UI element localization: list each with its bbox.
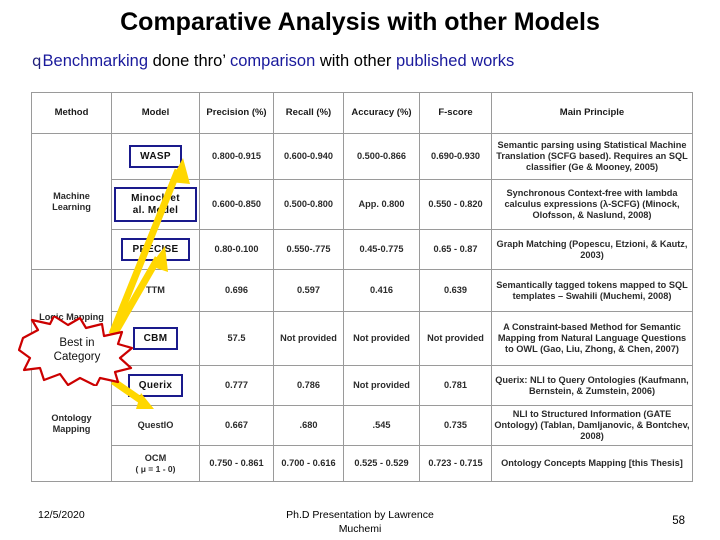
cell-recall: 0.786 — [273, 365, 344, 406]
cell-accuracy: Not provided — [343, 311, 420, 366]
col-header-accuracy: Accuracy (%) — [343, 92, 420, 134]
table-row: Minock et al. Model 0.600-0.850 0.500-0.… — [32, 179, 693, 230]
cell-accuracy: Not provided — [343, 365, 420, 406]
cell-principle: Graph Matching (Popescu, Etzioni, & Kaut… — [491, 229, 693, 270]
subtitle-part5: published works — [395, 52, 515, 70]
footer-center-line1: Ph.D Presentation by Lawrence — [286, 509, 434, 521]
cell-fscore: Not provided — [419, 311, 492, 366]
col-header-method: Method — [31, 92, 112, 134]
cell-model: PRECISE — [111, 229, 200, 270]
table-row: OCM ( μ = 1 - 0) 0.750 - 0.861 0.700 - 0… — [32, 445, 693, 482]
cell-principle: Querix: NLI to Query Ontologies (Kaufman… — [491, 365, 693, 406]
cell-recall: 0.550-.775 — [273, 229, 344, 270]
col-header-fscore: F-score — [419, 92, 492, 134]
cell-precision: 0.696 — [199, 269, 274, 312]
model-box: CBM — [132, 326, 179, 351]
table-row: Machine Learning WASP 0.800-0.915 0.600-… — [31, 133, 693, 270]
cell-accuracy: 0.45-0.775 — [343, 229, 420, 270]
model-name: OCM — [144, 452, 167, 463]
callout-line1: Best in — [59, 337, 95, 349]
footer-center-line2: Muchemi — [338, 522, 382, 535]
subtitle-part1: Benchmarking — [42, 52, 149, 70]
cell-principle: Semantically tagged tokens mapped to SQL… — [491, 269, 693, 312]
cell-fscore: 0.781 — [419, 365, 492, 406]
col-header-precision: Precision (%) — [199, 92, 274, 134]
cell-model: WASP — [111, 133, 200, 180]
cell-model: OCM ( μ = 1 - 0) — [111, 445, 200, 482]
subtitle-line: qBenchmarking done thro’ comparison with… — [32, 52, 704, 71]
table-header-row: Method Model Precision (%) Recall (%) Ac… — [31, 92, 693, 134]
footer-page-number: 58 — [672, 515, 685, 527]
cell-model: TTM — [111, 269, 200, 312]
cell-principle: Ontology Concepts Mapping [this Thesis] — [491, 445, 693, 482]
model-box: Minock et al. Model — [114, 186, 197, 223]
cell-precision: 0.777 — [199, 365, 274, 406]
cell-fscore: 0.735 — [419, 405, 492, 446]
cell-precision: 57.5 — [199, 311, 274, 366]
callout-line2: Category — [53, 351, 101, 364]
cell-principle: NLI to Structured Information (GATE Onto… — [491, 405, 693, 446]
cell-accuracy: .545 — [343, 405, 420, 446]
cell-model: QuestIO — [111, 405, 200, 446]
subtitle-part4: with other — [315, 52, 396, 70]
cell-fscore: 0.65 - 0.87 — [419, 229, 492, 270]
cell-fscore: 0.723 - 0.715 — [419, 445, 492, 482]
bullet-icon: q — [32, 52, 42, 70]
model-box: WASP — [129, 144, 182, 169]
model-subnote: ( μ = 1 - 0) — [135, 464, 176, 475]
cell-precision: 0.750 - 0.861 — [199, 445, 274, 482]
table-row: QuestIO 0.667 .680 .545 0.735 NLI to Str… — [32, 405, 693, 446]
group-label-machine-learning: Machine Learning — [31, 133, 112, 270]
cell-principle: Synchronous Context-free with lambda cal… — [491, 179, 693, 230]
cell-recall: 0.700 - 0.616 — [273, 445, 344, 482]
model-box: PRECISE — [121, 237, 190, 262]
cell-accuracy: 0.416 — [343, 269, 420, 312]
cell-precision: 0.667 — [199, 405, 274, 446]
best-in-category-callout: Best in Category — [18, 316, 136, 386]
page-title: Comparative Analysis with other Models — [120, 8, 600, 36]
cell-precision: 0.800-0.915 — [199, 133, 274, 180]
cell-fscore: 0.550 - 0.820 — [419, 179, 492, 230]
cell-principle: A Constraint-based Method for Semantic M… — [491, 311, 693, 366]
cell-recall: 0.597 — [273, 269, 344, 312]
cell-accuracy: App. 0.800 — [343, 179, 420, 230]
table-row: PRECISE 0.80-0.100 0.550-.775 0.45-0.775… — [32, 229, 693, 270]
cell-principle: Semantic parsing using Statistical Machi… — [491, 133, 693, 180]
cell-model: Minock et al. Model — [111, 179, 200, 230]
table-row: Logic Mapping TTM 0.696 0.597 0.416 0.63… — [31, 269, 693, 366]
cell-accuracy: 0.525 - 0.529 — [343, 445, 420, 482]
subtitle-part3: comparison — [229, 52, 316, 70]
cell-precision: 0.600-0.850 — [199, 179, 274, 230]
comparison-table: Method Model Precision (%) Recall (%) Ac… — [31, 92, 693, 482]
slide: Comparative Analysis with other Models q… — [0, 0, 720, 540]
callout-text: Best in Category — [18, 336, 136, 365]
model-box: Querix — [127, 373, 184, 398]
cell-accuracy: 0.500-0.866 — [343, 133, 420, 180]
cell-recall: 0.500-0.800 — [273, 179, 344, 230]
comparison-table-wrapper: Method Model Precision (%) Recall (%) Ac… — [31, 92, 693, 482]
cell-precision: 0.80-0.100 — [199, 229, 274, 270]
cell-fscore: 0.639 — [419, 269, 492, 312]
cell-recall: .680 — [273, 405, 344, 446]
cell-fscore: 0.690-0.930 — [419, 133, 492, 180]
cell-recall: 0.600-0.940 — [273, 133, 344, 180]
footer-center: Ph.D Presentation by Lawrence Muchemi — [0, 509, 720, 536]
col-header-model: Model — [111, 92, 200, 134]
col-header-principle: Main Principle — [491, 92, 693, 134]
subtitle-part2: done thro’ — [148, 52, 230, 70]
cell-recall: Not provided — [273, 311, 344, 366]
col-header-recall: Recall (%) — [273, 92, 344, 134]
